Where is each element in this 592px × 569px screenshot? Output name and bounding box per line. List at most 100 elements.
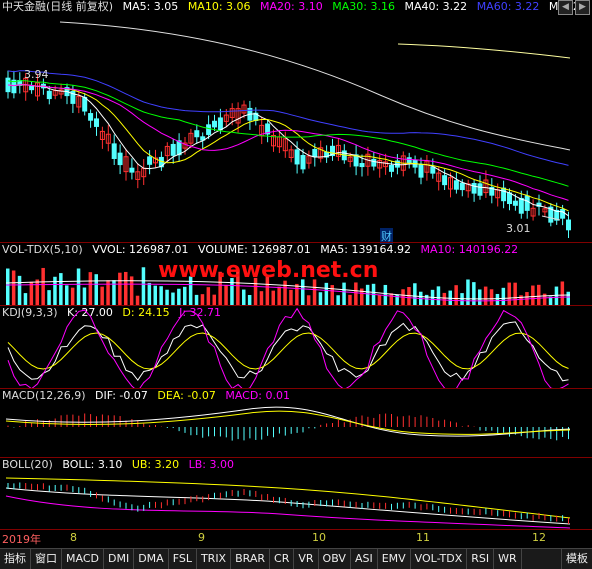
toolbar-tab-brar[interactable]: BRAR — [231, 549, 271, 569]
candle-body — [82, 96, 88, 112]
candle-body — [117, 152, 123, 166]
candle-body — [389, 164, 394, 172]
volume-bar — [377, 294, 382, 305]
volume-bar — [41, 267, 45, 305]
candle-body — [471, 183, 477, 194]
candle-body — [312, 148, 318, 158]
boll-panel[interactable]: BOLL(20) BOLL: 3.10 UB: 3.20 LB: 3.00 — [0, 458, 592, 529]
kdj-panel[interactable]: KDJ(9,3,3) K: 27.00 D: 24.15 J: 32.71 — [0, 306, 592, 388]
toolbar-tab-asi[interactable]: ASI — [351, 549, 378, 569]
volume-bar — [194, 294, 199, 305]
kdj-k-line — [7, 321, 569, 382]
volume-bar — [135, 295, 140, 305]
toolbar-tab-wr[interactable]: WR — [494, 549, 522, 569]
ma120-line — [397, 43, 571, 59]
volume-bar — [342, 282, 346, 305]
candle-body — [176, 140, 182, 156]
volume-bar — [35, 279, 39, 305]
axis-month-10: 10 — [312, 531, 326, 544]
toolbar-tab-indicator[interactable]: 指标 — [0, 549, 31, 569]
axis-month-9: 9 — [198, 531, 205, 544]
main-chart-panel[interactable]: 中天金融(日线 前复权) MA5: 3.05 MA10: 3.06 MA20: … — [0, 0, 592, 244]
volume-bar — [94, 274, 98, 305]
candle-body — [560, 208, 566, 219]
volume-bar — [537, 284, 541, 305]
volume-bar — [100, 286, 104, 305]
toolbar-tab-fsl[interactable]: FSL — [169, 549, 197, 569]
toolbar-tab-emv[interactable]: EMV — [378, 549, 411, 569]
candle-body — [194, 130, 200, 138]
toolbar-template-button[interactable]: 模板 — [561, 549, 592, 569]
toolbar-tab-dma[interactable]: DMA — [134, 549, 169, 569]
kdj-d-line — [7, 332, 569, 370]
volume-bar — [295, 283, 299, 305]
toolbar-tab-vr[interactable]: VR — [294, 549, 319, 569]
candle-body — [129, 167, 135, 173]
volume-bar — [306, 295, 311, 305]
toolbar-tab-dmi[interactable]: DMI — [104, 549, 135, 569]
volume-bar — [177, 288, 181, 305]
date-axis: 2019年 8 9 10 11 12 — [0, 529, 592, 546]
candle-body — [88, 113, 94, 121]
toolbar-tab-trix[interactable]: TRIX — [197, 549, 232, 569]
axis-month-12: 12 — [532, 531, 546, 544]
candle-body — [507, 192, 512, 205]
candle-body — [477, 183, 483, 196]
candle-body — [111, 143, 117, 159]
volume-bar — [212, 294, 216, 305]
toolbar-tab-obv[interactable]: OBV — [319, 549, 351, 569]
candle-body — [430, 166, 436, 174]
candle-body — [29, 85, 35, 91]
volume-bar — [141, 267, 146, 305]
candle-body — [300, 154, 306, 170]
candle-body — [170, 143, 176, 156]
volume-bar — [47, 290, 51, 305]
volume-bar — [436, 286, 441, 305]
candle-body — [406, 157, 412, 163]
volume-bar — [224, 284, 228, 305]
volume-bar — [70, 287, 75, 305]
volume-bar — [88, 272, 93, 305]
toolbar-tab-vol-tdx[interactable]: VOL-TDX — [411, 549, 468, 569]
toolbar-tab-macd[interactable]: MACD — [62, 549, 104, 569]
candle-body — [371, 158, 377, 167]
volume-bar — [489, 289, 494, 305]
volume-bar — [519, 295, 523, 305]
volume-bar — [159, 286, 163, 305]
volume-bar — [59, 273, 63, 305]
volume-bar — [171, 292, 175, 305]
volume-bar — [147, 282, 152, 305]
volume-bar — [118, 272, 122, 305]
ma40-line — [59, 21, 571, 151]
volume-bar — [247, 295, 252, 305]
volume-bar — [17, 275, 22, 305]
volume-bar — [153, 285, 157, 305]
macd-panel[interactable]: MACD(12,26,9) DIF: -0.07 DEA: -0.07 MACD… — [0, 389, 592, 457]
indicator-toolbar: 指标 窗口 MACD DMI DMA FSL TRIX BRAR CR VR O… — [0, 548, 592, 569]
volume-bar — [277, 286, 281, 305]
candle-body — [459, 182, 465, 191]
candlestick-chart — [5, 21, 571, 238]
volume-bar — [495, 293, 500, 305]
volume-bar — [365, 284, 370, 305]
toolbar-tab-window[interactable]: 窗口 — [31, 549, 62, 569]
volume-bar — [336, 295, 340, 305]
candle-body — [524, 195, 530, 211]
volume-bar — [124, 271, 128, 305]
volume-bar — [472, 282, 476, 305]
volume-bar — [324, 282, 329, 305]
toolbar-tab-cr[interactable]: CR — [270, 549, 295, 569]
volume-bar — [442, 292, 447, 305]
volume-bar — [6, 268, 10, 305]
candle-body — [501, 187, 507, 202]
candle-body — [418, 163, 424, 178]
candle-body — [566, 219, 571, 231]
toolbar-tab-rsi[interactable]: RSI — [467, 549, 495, 569]
volume-bar — [11, 270, 16, 305]
volume-bar — [389, 293, 393, 305]
candle-body — [512, 200, 518, 206]
volume-bar — [200, 294, 205, 305]
candle-body — [212, 120, 217, 128]
candle-body — [359, 163, 365, 168]
boll-bands — [5, 477, 571, 529]
